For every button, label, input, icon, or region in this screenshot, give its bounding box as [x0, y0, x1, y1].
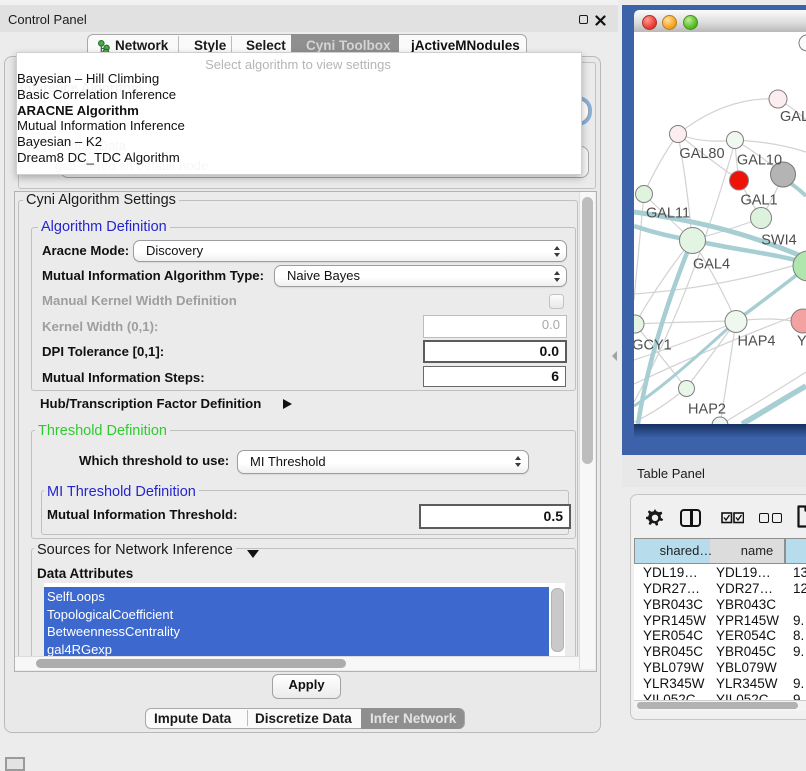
svg-text:GAL11: GAL11 — [646, 206, 690, 222]
svg-text:GAL4: GAL4 — [693, 257, 730, 273]
svg-text:SWI4: SWI4 — [761, 233, 796, 249]
svg-text:GAL7: GAL7 — [780, 109, 806, 125]
svg-text:HAP4: HAP4 — [738, 334, 776, 350]
svg-text:HAP2: HAP2 — [688, 402, 726, 418]
svg-text:GAL10: GAL10 — [737, 153, 782, 169]
svg-text:GAL80: GAL80 — [679, 146, 724, 162]
svg-text:GAL1: GAL1 — [740, 193, 777, 209]
svg-text:GCY1: GCY1 — [634, 338, 672, 354]
svg-text:YML: YML — [797, 334, 806, 350]
